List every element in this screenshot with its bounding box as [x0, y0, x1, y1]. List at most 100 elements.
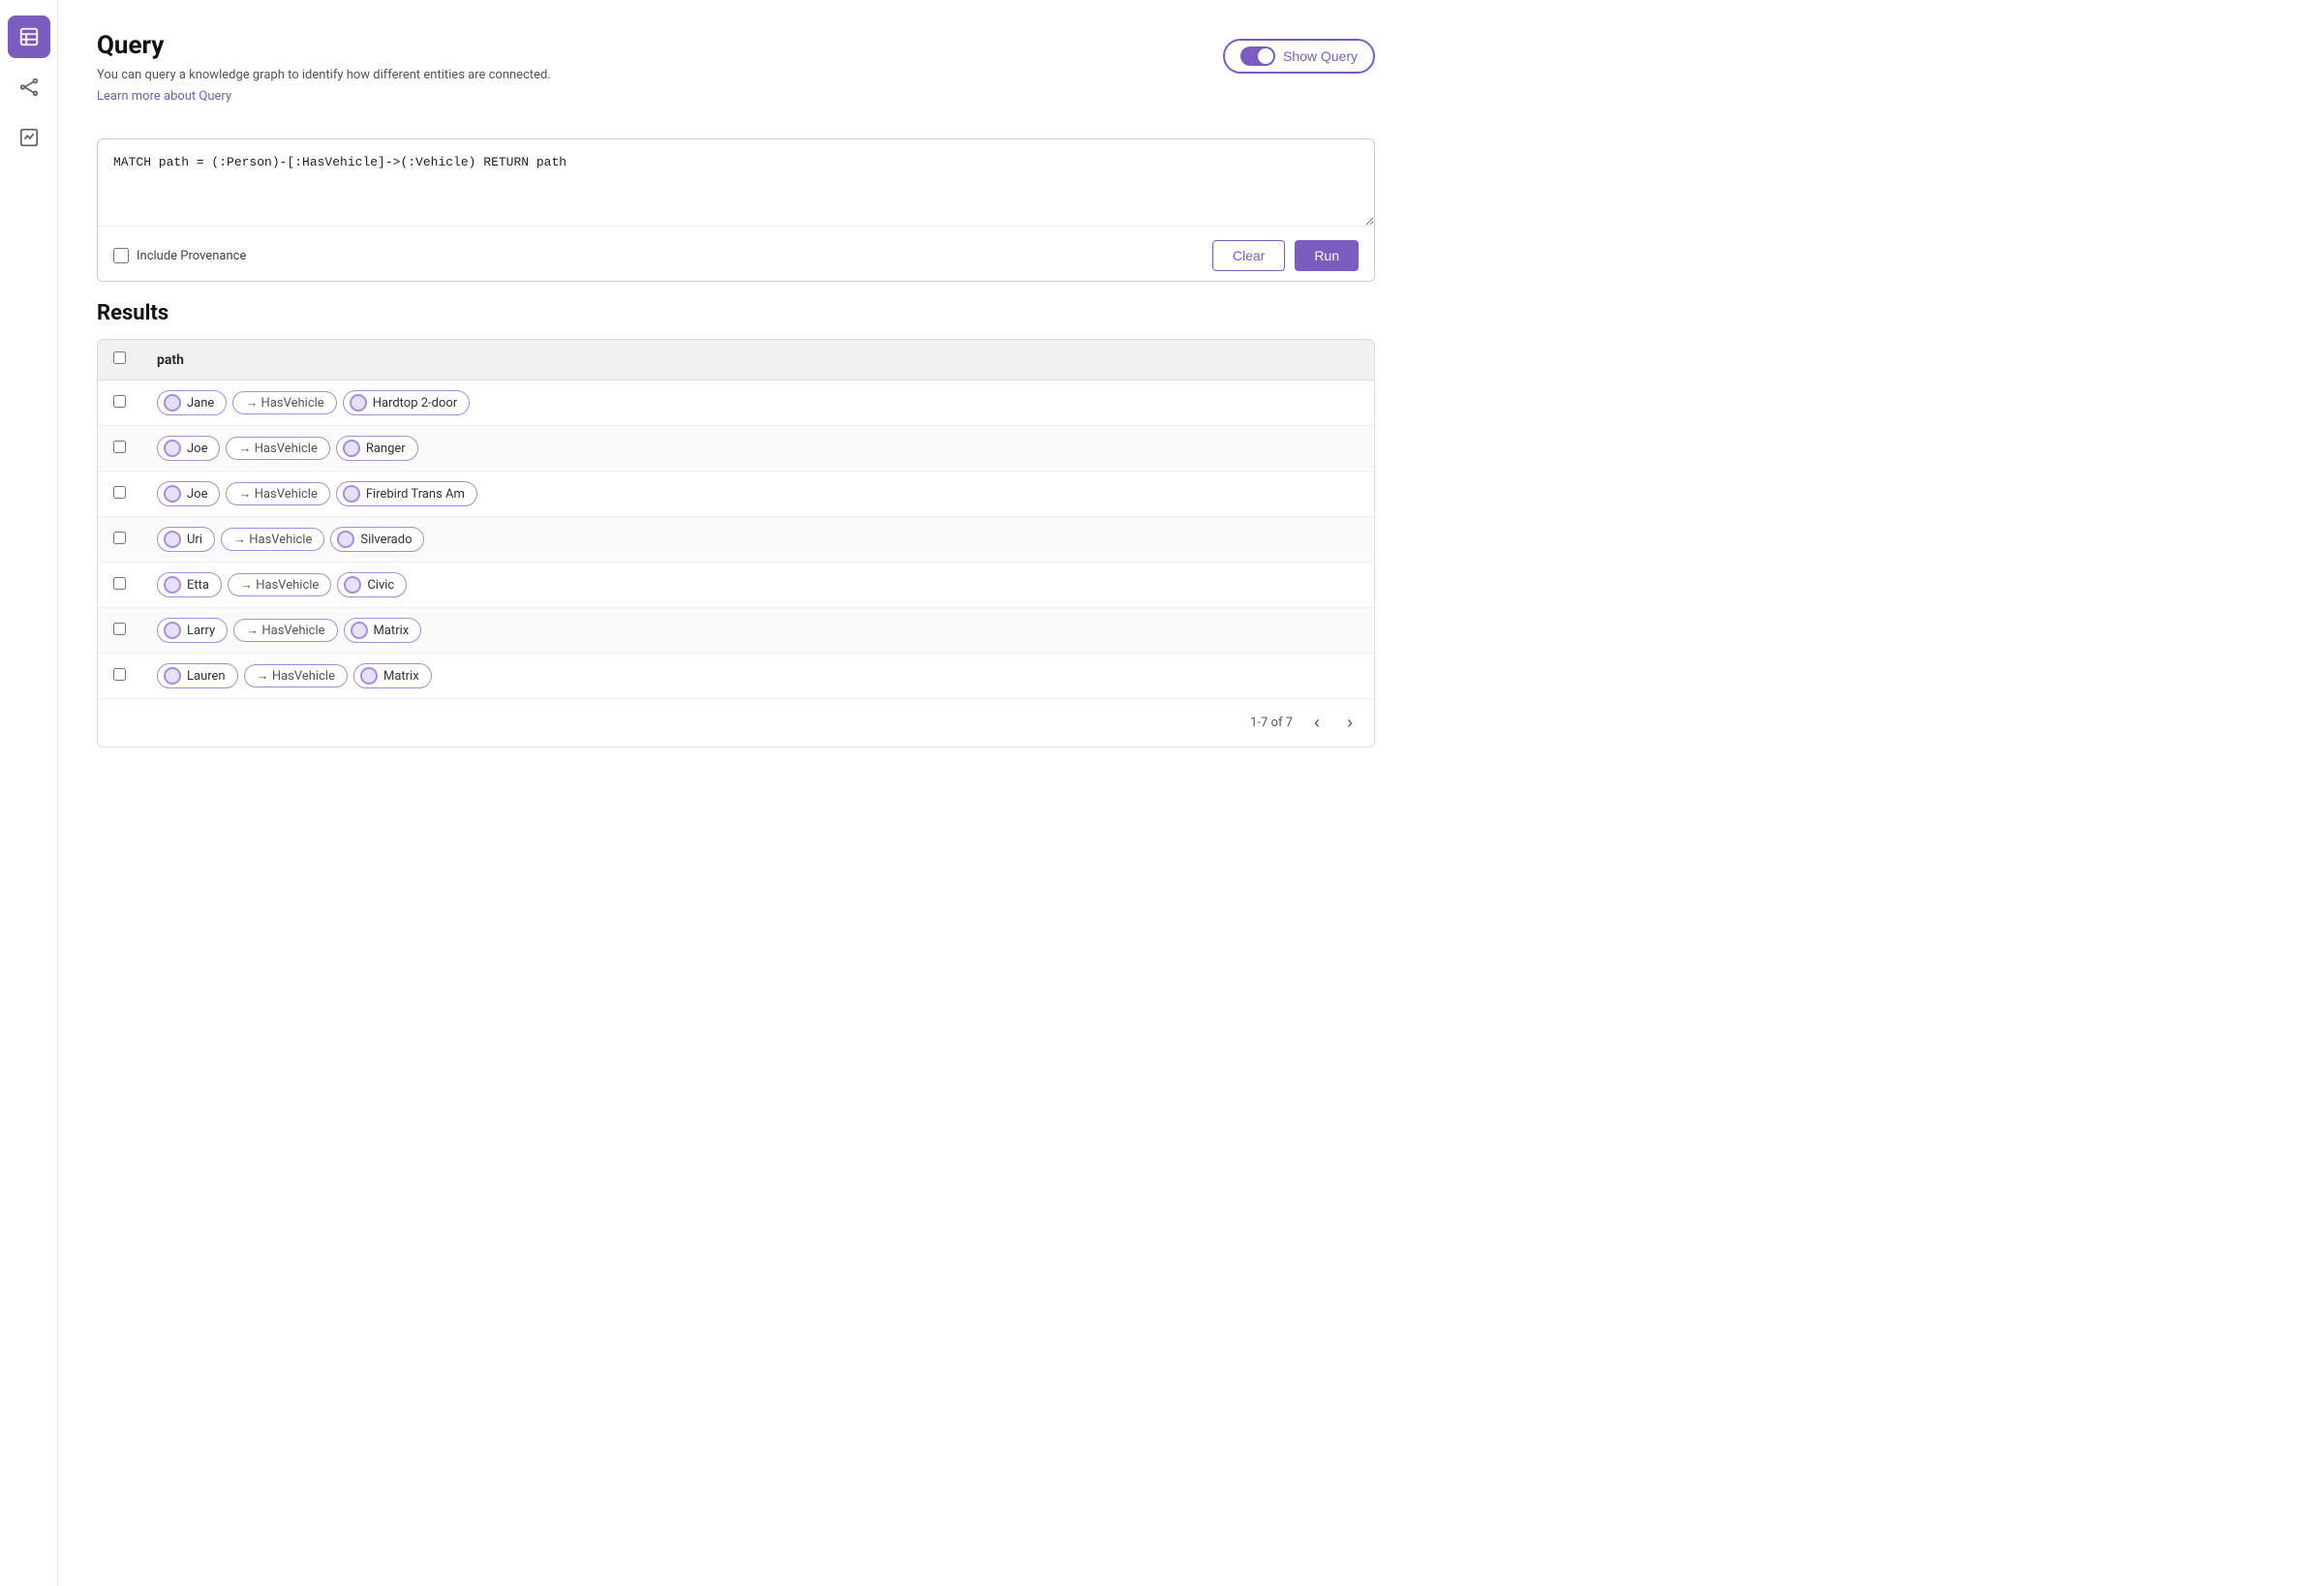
node-badge: Joe	[157, 481, 220, 506]
row-path-cell: Joe → HasVehicle Firebird Trans Am	[141, 472, 1374, 517]
table-row: Joe → HasVehicle Firebird Trans Am	[98, 472, 1374, 517]
node-icon	[337, 531, 354, 548]
page-subtitle: You can query a knowledge graph to ident…	[97, 68, 551, 82]
query-footer: Include Provenance Clear Run	[98, 230, 1374, 281]
node-badge: Jane	[157, 390, 227, 415]
row-checkbox-cell	[98, 426, 141, 472]
row-checkbox[interactable]	[113, 441, 126, 453]
node-badge: Hardtop 2-door	[343, 390, 471, 415]
edge-badge: → HasVehicle	[226, 482, 329, 505]
edge-badge: → HasVehicle	[233, 619, 337, 642]
node-label: Uri	[187, 533, 202, 547]
node-badge: Etta	[157, 572, 222, 597]
table-row: Lauren → HasVehicle Matrix	[98, 654, 1374, 699]
edge-badge: → HasVehicle	[221, 528, 324, 551]
query-textarea[interactable]	[98, 139, 1374, 227]
node-badge: Firebird Trans Am	[336, 481, 477, 506]
node-badge: Uri	[157, 527, 215, 552]
results-title: Results	[97, 301, 1375, 325]
path-cell: Uri → HasVehicle Silverado	[157, 527, 1359, 552]
run-button[interactable]: Run	[1295, 240, 1359, 271]
node-badge: Lauren	[157, 663, 238, 688]
node-icon	[344, 576, 361, 594]
path-cell: Etta → HasVehicle Civic	[157, 572, 1359, 597]
node-badge: Silverado	[330, 527, 424, 552]
row-path-cell: Etta → HasVehicle Civic	[141, 563, 1374, 608]
learn-more-link[interactable]: Learn more about Query	[97, 89, 231, 104]
path-cell: Larry → HasVehicle Matrix	[157, 618, 1359, 643]
node-label: Matrix	[383, 669, 419, 684]
row-checkbox[interactable]	[113, 577, 126, 590]
node-icon	[164, 622, 181, 639]
node-label: Joe	[187, 442, 207, 456]
table-row: Jane→ HasVehicleHardtop 2-door	[98, 381, 1374, 426]
node-label: Larry	[187, 624, 215, 638]
node-badge: Larry	[157, 618, 228, 643]
header-checkbox-cell	[98, 340, 141, 381]
row-checkbox[interactable]	[113, 623, 126, 635]
results-table: path Jane→ HasVehicleHardtop 2-doorJoe→ …	[98, 340, 1374, 698]
row-checkbox[interactable]	[113, 532, 126, 544]
sidebar-item-graph[interactable]	[8, 66, 50, 108]
edge-badge: → HasVehicle	[228, 573, 331, 596]
node-icon	[343, 440, 360, 457]
node-icon	[164, 485, 181, 503]
node-badge: Matrix	[344, 618, 422, 643]
node-label: Jane	[187, 396, 214, 411]
results-table-wrapper: path Jane→ HasVehicleHardtop 2-doorJoe→ …	[97, 339, 1375, 747]
table-row: Uri → HasVehicle Silverado	[98, 517, 1374, 563]
main-content: Query You can query a knowledge graph to…	[58, 0, 1414, 1586]
page-title: Query	[97, 31, 551, 60]
row-checkbox-cell	[98, 608, 141, 654]
node-icon	[164, 531, 181, 548]
include-provenance-text: Include Provenance	[137, 249, 246, 263]
include-provenance-checkbox[interactable]	[113, 248, 129, 263]
node-icon	[360, 667, 378, 685]
sidebar-item-table[interactable]	[8, 15, 50, 58]
results-table-header: path	[98, 340, 1374, 381]
table-row: Etta → HasVehicle Civic	[98, 563, 1374, 608]
row-path-cell: Jane→ HasVehicleHardtop 2-door	[141, 381, 1374, 426]
path-cell: Joe → HasVehicle Firebird Trans Am	[157, 481, 1359, 506]
node-badge: Joe	[157, 436, 220, 461]
query-box: Include Provenance Clear Run	[97, 138, 1375, 282]
node-label: Civic	[367, 578, 394, 593]
row-checkbox-cell	[98, 563, 141, 608]
row-checkbox-cell	[98, 654, 141, 699]
node-label: Lauren	[187, 669, 226, 684]
node-badge: Civic	[337, 572, 407, 597]
page-layout: Query You can query a knowledge graph to…	[0, 0, 2324, 1586]
node-icon	[164, 667, 181, 685]
show-query-button[interactable]: Show Query	[1223, 39, 1375, 74]
sidebar-item-chart[interactable]	[8, 116, 50, 159]
row-checkbox[interactable]	[113, 486, 126, 499]
table-footer: 1-7 of 7 ‹ ›	[98, 698, 1374, 747]
node-icon	[164, 440, 181, 457]
results-tbody: Jane→ HasVehicleHardtop 2-doorJoe→ HasVe…	[98, 381, 1374, 699]
node-icon	[164, 394, 181, 412]
node-label: Firebird Trans Am	[366, 487, 465, 502]
row-path-cell: Larry → HasVehicle Matrix	[141, 608, 1374, 654]
show-query-toggle-wrapper: Show Query	[1223, 39, 1375, 74]
sidebar	[0, 0, 58, 1586]
edge-badge: → HasVehicle	[244, 664, 348, 687]
row-checkbox[interactable]	[113, 668, 126, 681]
clear-button[interactable]: Clear	[1212, 240, 1285, 271]
pagination-text: 1-7 of 7	[1250, 716, 1293, 730]
path-cell: Lauren → HasVehicle Matrix	[157, 663, 1359, 688]
table-row: Joe→ HasVehicleRanger	[98, 426, 1374, 472]
header-row: Query You can query a knowledge graph to…	[97, 31, 1375, 123]
next-page-button[interactable]: ›	[1341, 711, 1359, 735]
node-label: Joe	[187, 487, 207, 502]
node-label: Etta	[187, 578, 209, 593]
select-all-checkbox[interactable]	[113, 351, 126, 364]
header-path: path	[141, 340, 1374, 381]
node-badge: Matrix	[353, 663, 432, 688]
include-provenance-label[interactable]: Include Provenance	[113, 248, 246, 263]
path-cell: Jane→ HasVehicleHardtop 2-door	[157, 390, 1359, 415]
table-row: Larry → HasVehicle Matrix	[98, 608, 1374, 654]
prev-page-button[interactable]: ‹	[1308, 711, 1326, 735]
node-label: Matrix	[374, 624, 410, 638]
row-checkbox[interactable]	[113, 395, 126, 408]
node-icon	[351, 622, 368, 639]
